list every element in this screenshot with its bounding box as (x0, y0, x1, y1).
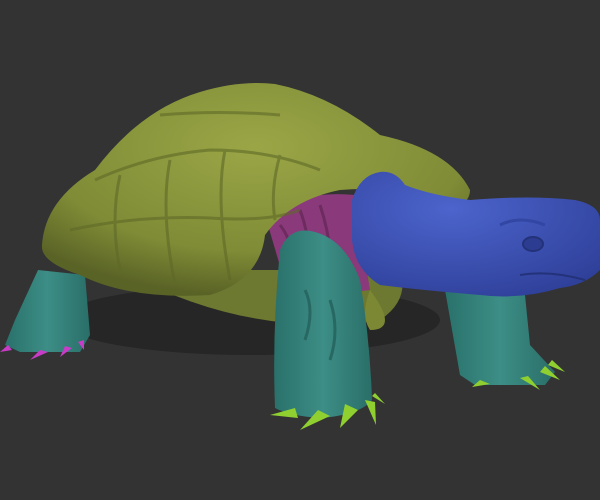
viewport (0, 0, 600, 500)
rear-right-leg (445, 290, 565, 390)
turtle-render (0, 83, 600, 430)
rear-left-leg (0, 270, 90, 360)
head (352, 171, 600, 297)
eye (522, 236, 544, 252)
